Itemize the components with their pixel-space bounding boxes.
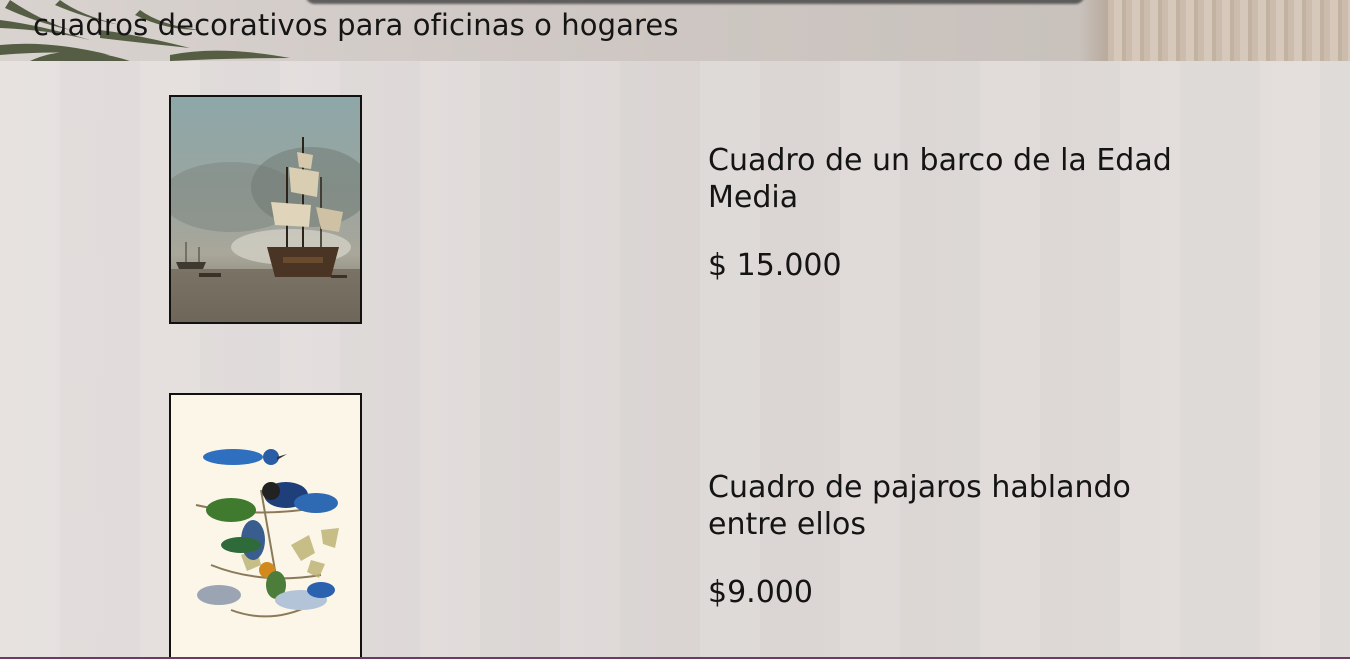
header-banner: cuadros decorativos para oficinas o hoga…: [0, 0, 1350, 61]
product-info: Cuadro de un barco de la Edad Media $ 15…: [708, 142, 1178, 284]
product-price: $9.000: [708, 575, 813, 610]
product-info: Cuadro de pajaros hablando entre ellos $…: [708, 469, 1178, 611]
page-title: cuadros decorativos para oficinas o hoga…: [33, 8, 679, 42]
wood-panel: [1108, 0, 1350, 61]
product-name[interactable]: Cuadro de un barco de la Edad Media: [708, 142, 1178, 216]
ship-painting-image[interactable]: [169, 95, 362, 324]
birds-painting-image[interactable]: [169, 393, 362, 659]
banner-shadow: [305, 0, 1085, 4]
product-name[interactable]: Cuadro de pajaros hablando entre ellos: [708, 469, 1178, 543]
product-price: $ 15.000: [708, 248, 842, 283]
ship-painting-icon: [171, 97, 360, 322]
birds-painting-icon: [171, 395, 360, 659]
